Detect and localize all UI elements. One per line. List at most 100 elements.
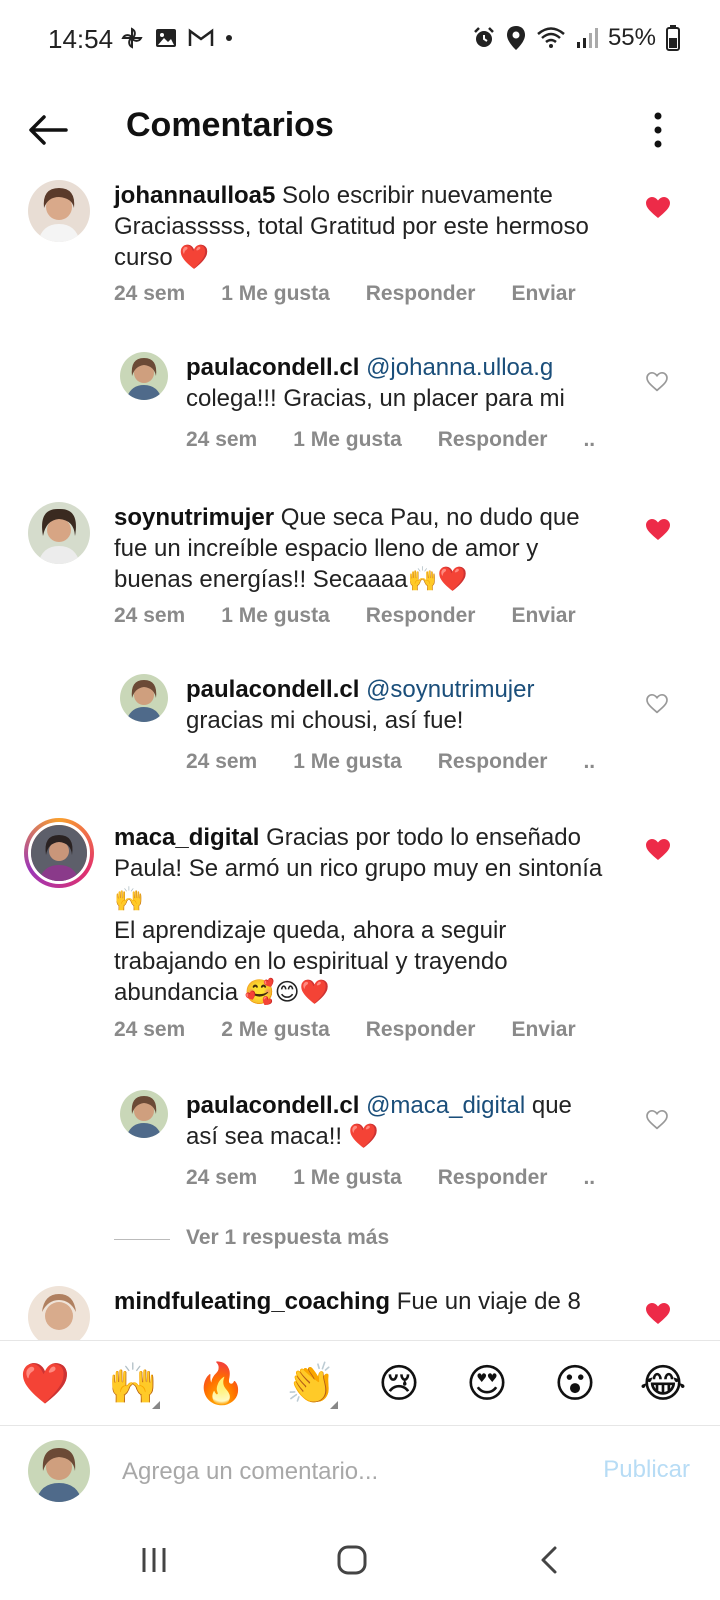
comment-likes[interactable]: 1 Me gusta bbox=[293, 750, 402, 774]
comment-text: gracias mi chousi, así fue! bbox=[186, 707, 464, 734]
comment-username[interactable]: soynutrimujer bbox=[114, 504, 274, 531]
emoji-heart-eyes[interactable]: 😍 bbox=[456, 1353, 518, 1415]
publish-button[interactable]: Publicar bbox=[603, 1456, 690, 1484]
emoji-surprised-face[interactable]: 😮 bbox=[544, 1353, 606, 1415]
avatar[interactable] bbox=[120, 1090, 168, 1138]
avatar[interactable] bbox=[120, 352, 168, 400]
back-nav-icon[interactable] bbox=[528, 1538, 572, 1582]
mention-link[interactable]: @soynutrimujer bbox=[366, 676, 534, 703]
mention-link[interactable]: @johanna.ulloa.g bbox=[366, 354, 553, 381]
comment-body: johannaulloa5 Solo escribir nuevamente G… bbox=[114, 180, 614, 273]
comment-text: colega!!! Gracias, un placer para mi bbox=[186, 385, 565, 412]
status-bar: 14:54 55% bbox=[0, 0, 720, 80]
heart-outline-icon[interactable] bbox=[646, 694, 668, 714]
comment-likes[interactable]: 1 Me gusta bbox=[221, 282, 330, 306]
comment-username[interactable]: paulacondell.cl bbox=[186, 354, 359, 381]
skin-tone-indicator bbox=[152, 1401, 160, 1409]
comment-likes[interactable]: 1 Me gusta bbox=[221, 604, 330, 628]
reply-item: paulacondell.cl @maca_digital que así se… bbox=[0, 1090, 720, 1210]
avatar[interactable] bbox=[28, 180, 90, 242]
app-header: Comentarios bbox=[0, 80, 720, 180]
comment-input[interactable] bbox=[122, 1452, 562, 1492]
mention-link[interactable]: @maca_digital bbox=[366, 1092, 525, 1119]
avatar[interactable] bbox=[120, 674, 168, 722]
skin-tone-indicator bbox=[330, 1401, 338, 1409]
pinwheel-icon bbox=[121, 27, 143, 49]
image-icon bbox=[156, 29, 176, 47]
reply-button[interactable]: Responder bbox=[438, 1166, 548, 1190]
comment-item: maca_digital Gracias por todo lo enseñad… bbox=[0, 818, 720, 1062]
comment-username[interactable]: johannaulloa5 bbox=[114, 182, 275, 209]
view-more-replies[interactable]: Ver 1 respuesta más bbox=[114, 1224, 634, 1254]
system-nav-bar bbox=[0, 1518, 720, 1600]
comment-body: mindfuleating_coaching Fue un viaje de 8 bbox=[114, 1286, 614, 1317]
comment-username[interactable]: mindfuleating_coaching bbox=[114, 1288, 390, 1315]
comment-time: 24 sem bbox=[186, 1166, 258, 1189]
emoji-quick-bar: ❤️ 🙌 🔥 👏 😢 😍 😮 😂 bbox=[0, 1340, 720, 1426]
avatar[interactable] bbox=[28, 502, 90, 564]
emoji-glyph: 😮 bbox=[554, 1362, 596, 1406]
emoji-fire[interactable]: 🔥 bbox=[190, 1353, 252, 1415]
heart-filled-icon[interactable] bbox=[645, 1302, 671, 1326]
reply-item: paulacondell.cl @johanna.ulloa.g colega!… bbox=[0, 352, 720, 472]
heart-outline-icon[interactable] bbox=[646, 372, 668, 392]
send-button[interactable]: Enviar bbox=[511, 604, 575, 628]
comment-body: maca_digital Gracias por todo lo enseñad… bbox=[114, 822, 624, 1008]
heart-filled-icon[interactable] bbox=[645, 196, 671, 220]
comment-likes[interactable]: 2 Me gusta bbox=[221, 1018, 330, 1042]
reply-item: paulacondell.cl @soynutrimujer gracias m… bbox=[0, 674, 720, 794]
reply-button[interactable]: Responder bbox=[366, 604, 476, 628]
emoji-glyph: 😢 bbox=[378, 1362, 420, 1406]
send-button[interactable]: Enviar bbox=[511, 282, 575, 306]
view-more-replies-label: Ver 1 respuesta más bbox=[186, 1226, 390, 1249]
comment-username[interactable]: paulacondell.cl bbox=[186, 1092, 359, 1119]
more-options-button[interactable]: .. bbox=[583, 428, 595, 452]
comment-time: 24 sem bbox=[186, 750, 258, 773]
status-right-icons: 55% bbox=[472, 24, 680, 52]
emoji-raising-hands[interactable]: 🙌 bbox=[102, 1353, 164, 1415]
recent-apps-icon[interactable] bbox=[132, 1538, 176, 1582]
comment-username[interactable]: paulacondell.cl bbox=[186, 676, 359, 703]
comment-meta: 24 sem 1 Me gusta Responder Enviar bbox=[114, 604, 612, 628]
reply-button[interactable]: Responder bbox=[438, 750, 548, 774]
divider bbox=[114, 1239, 170, 1240]
emoji-glyph: 🙌 bbox=[108, 1362, 158, 1406]
reply-button[interactable]: Responder bbox=[366, 282, 476, 306]
dot-icon bbox=[226, 35, 232, 41]
emoji-glyph: 😍 bbox=[466, 1362, 508, 1406]
comment-body: soynutrimujer Que seca Pau, no dudo que … bbox=[114, 502, 614, 595]
more-options-button[interactable]: .. bbox=[583, 1166, 595, 1190]
comment-item: johannaulloa5 Solo escribir nuevamente G… bbox=[0, 180, 720, 340]
comment-emoji: ❤️ bbox=[179, 244, 210, 271]
heart-filled-icon[interactable] bbox=[645, 518, 671, 542]
comment-likes[interactable]: 1 Me gusta bbox=[293, 428, 402, 452]
heart-filled-icon[interactable] bbox=[645, 838, 671, 862]
comment-time: 24 sem bbox=[186, 428, 258, 451]
home-icon[interactable] bbox=[330, 1538, 374, 1582]
more-vert-icon[interactable] bbox=[648, 106, 668, 154]
signal-icon bbox=[576, 28, 598, 48]
avatar-story-ring[interactable] bbox=[24, 818, 94, 888]
comment-username[interactable]: maca_digital bbox=[114, 824, 259, 851]
heart-outline-icon[interactable] bbox=[646, 1110, 668, 1130]
emoji-crying-face[interactable]: 😢 bbox=[368, 1353, 430, 1415]
back-arrow-icon[interactable] bbox=[26, 108, 70, 152]
comment-emoji: 🥰😊❤️ bbox=[244, 979, 330, 1006]
emoji-glyph: 👏 bbox=[286, 1362, 336, 1406]
comment-meta: 24 sem 1 Me gusta Responder .. bbox=[186, 428, 631, 452]
avatar[interactable] bbox=[28, 1286, 90, 1340]
alarm-icon bbox=[474, 27, 494, 47]
emoji-clapping-hands[interactable]: 👏 bbox=[280, 1353, 342, 1415]
reply-button[interactable]: Responder bbox=[366, 1018, 476, 1042]
comments-list[interactable]: johannaulloa5 Solo escribir nuevamente G… bbox=[0, 180, 720, 1340]
emoji-red-heart[interactable]: ❤️ bbox=[14, 1353, 76, 1415]
comment-likes[interactable]: 1 Me gusta bbox=[293, 1166, 402, 1190]
comment-emoji: 🙌 bbox=[114, 886, 144, 913]
send-button[interactable]: Enviar bbox=[511, 1018, 575, 1042]
reply-button[interactable]: Responder bbox=[438, 428, 548, 452]
comment-composer: Publicar bbox=[0, 1426, 720, 1518]
more-options-button[interactable]: .. bbox=[583, 750, 595, 774]
reply-body: paulacondell.cl @maca_digital que así se… bbox=[186, 1090, 606, 1152]
emoji-tears-of-joy[interactable]: 😂 bbox=[632, 1353, 694, 1415]
battery-percent: 55% bbox=[607, 24, 656, 51]
